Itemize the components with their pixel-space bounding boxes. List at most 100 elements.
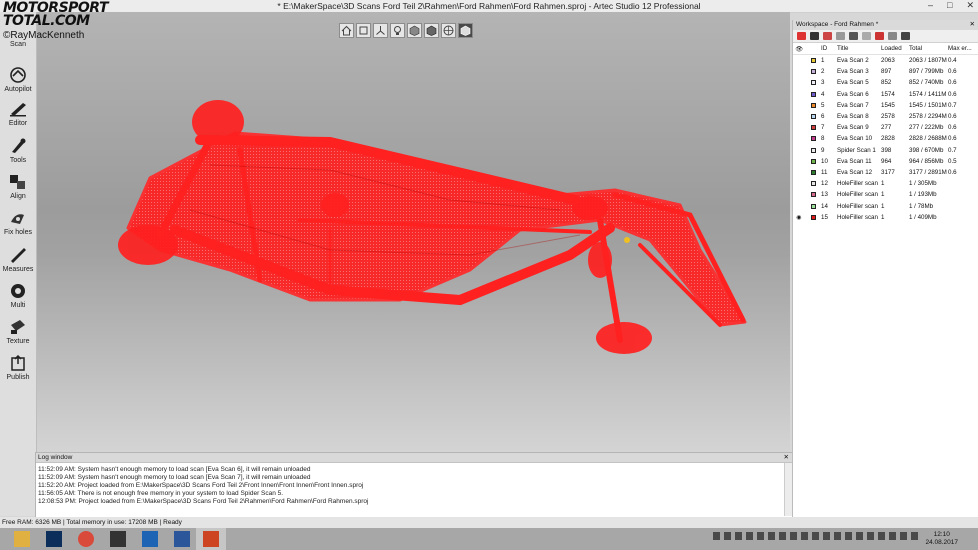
scan-row[interactable]: 7 Eva Scan 9 277 277 / 222Mb 0.6: [793, 122, 978, 133]
tool-editor[interactable]: Editor: [0, 101, 36, 127]
color-square: [810, 125, 816, 131]
tray-icon[interactable]: [889, 532, 896, 540]
scan-color-swatch[interactable]: [805, 136, 821, 142]
scan-color-swatch[interactable]: [805, 125, 821, 131]
tray-icon[interactable]: [757, 532, 764, 540]
workspace-rows: 1 Eva Scan 2 2063 2063 / 1807M 0.4 2 Eva Scan …: [793, 55, 978, 223]
log-title: Log window: [38, 454, 73, 461]
tray-icon[interactable]: [768, 532, 775, 540]
scan-loaded: 1574: [881, 90, 895, 98]
tool-publish[interactable]: Publish: [0, 354, 36, 381]
scan-row[interactable]: 12 HoleFiller scan 1 1 / 305Mb: [793, 178, 978, 189]
maximize-icon[interactable]: □: [947, 0, 952, 11]
minimize-icon[interactable]: –: [928, 0, 933, 11]
folder-icon[interactable]: [810, 32, 819, 40]
tray-icon[interactable]: [856, 532, 863, 540]
scan-color-swatch[interactable]: [805, 203, 821, 209]
tray-icon[interactable]: [779, 532, 786, 540]
tool-fix-holes[interactable]: Fix holes: [0, 210, 36, 236]
scan-total: 398 / 670Mb: [909, 146, 944, 154]
tool-autopilot[interactable]: Autopilot: [0, 67, 36, 93]
scan-color-swatch[interactable]: [805, 214, 821, 220]
tray-icon[interactable]: [801, 532, 808, 540]
tray-icon[interactable]: [867, 532, 874, 540]
tool-measures[interactable]: Measures: [0, 247, 36, 273]
tool-multi[interactable]: Multi: [0, 283, 36, 309]
delete-icon[interactable]: [875, 32, 884, 40]
tray-icon[interactable]: [845, 532, 852, 540]
scan-row[interactable]: 13 HoleFiller scan 1 1 / 193Mb: [793, 189, 978, 200]
scan-row[interactable]: 11 Eva Scan 12 3177 3177 / 2891M 0.6: [793, 167, 978, 178]
scan-id: 11: [821, 168, 828, 176]
scan-id: 2: [821, 68, 825, 76]
workspace-close-icon[interactable]: ✕: [970, 20, 975, 30]
scan-color-swatch[interactable]: [805, 114, 821, 120]
scan-add-icon[interactable]: [797, 32, 806, 40]
scan-color-swatch[interactable]: [805, 158, 821, 164]
scan-loaded: 398: [881, 146, 892, 154]
tray-icon[interactable]: [823, 532, 830, 540]
scan-row[interactable]: 4 Eva Scan 6 1574 1574 / 1411M 0.6: [793, 89, 978, 100]
tray-icon[interactable]: [812, 532, 819, 540]
visibility-toggle[interactable]: ◉: [793, 214, 805, 221]
scan-row[interactable]: 3 Eva Scan 5 852 852 / 740Mb 0.6: [793, 77, 978, 88]
col-loaded[interactable]: Loaded: [881, 45, 909, 52]
clock[interactable]: 12:10 24.08.2017: [925, 531, 958, 547]
tray-icon[interactable]: [713, 532, 720, 540]
tray-icon[interactable]: [790, 532, 797, 540]
scan-color-swatch[interactable]: [805, 192, 821, 198]
scan-color-swatch[interactable]: [805, 69, 821, 75]
file-explorer-icon[interactable]: [14, 531, 30, 547]
scan-row[interactable]: 6 Eva Scan 8 2578 2578 / 2294M 0.6: [793, 111, 978, 122]
tray-icon[interactable]: [900, 532, 907, 540]
close-icon[interactable]: ✕: [966, 0, 974, 11]
photoshop-icon[interactable]: [46, 531, 62, 547]
log-scrollbar[interactable]: [784, 463, 792, 516]
group-icon[interactable]: [888, 32, 897, 40]
scan-color-swatch[interactable]: [805, 91, 821, 97]
tool-align[interactable]: Align: [0, 174, 36, 200]
color-square: [810, 214, 816, 220]
import-icon[interactable]: [823, 32, 832, 40]
col-id[interactable]: ID: [821, 45, 837, 52]
gear-icon[interactable]: [901, 32, 910, 40]
scan-row[interactable]: 9 Spider Scan 1 398 398 / 670Mb 0.7: [793, 145, 978, 156]
word-icon[interactable]: [174, 531, 190, 547]
scan-row[interactable]: 8 Eva Scan 10 2828 2828 / 2688M 0.6: [793, 133, 978, 144]
scan-color-swatch[interactable]: [805, 147, 821, 153]
scan-row[interactable]: 14 HoleFiller scan 1 1 / 78Mb: [793, 200, 978, 211]
col-total[interactable]: Total: [909, 45, 948, 52]
tool-scan[interactable]: Scan: [0, 40, 36, 48]
chrome-icon[interactable]: [78, 531, 94, 547]
active-task[interactable]: [196, 528, 226, 550]
undo-icon[interactable]: [849, 32, 858, 40]
col-max-error[interactable]: Max er...: [948, 45, 978, 52]
tray-icon[interactable]: [724, 532, 731, 540]
tray-icon[interactable]: [911, 532, 918, 540]
scan-row[interactable]: ◉ 15 HoleFiller scan 1 1 / 409Mb: [793, 212, 978, 223]
scan-row[interactable]: 10 Eva Scan 11 964 964 / 856Mb 0.5: [793, 156, 978, 167]
scan-color-swatch[interactable]: [805, 181, 821, 187]
tray-icon[interactable]: [878, 532, 885, 540]
scan-row[interactable]: 5 Eva Scan 7 1545 1545 / 1501M 0.7: [793, 100, 978, 111]
scan-color-swatch[interactable]: [805, 169, 821, 175]
export-icon[interactable]: [836, 32, 845, 40]
tray-icon[interactable]: [735, 532, 742, 540]
multi-icon: [11, 284, 25, 298]
scan-color-swatch[interactable]: [805, 80, 821, 86]
redo-icon[interactable]: [862, 32, 871, 40]
scan-loaded: 277: [881, 124, 892, 132]
scan-color-swatch[interactable]: [805, 102, 821, 108]
scan-row[interactable]: 2 Eva Scan 3 897 897 / 799Mb 0.6: [793, 66, 978, 77]
col-title[interactable]: Title: [837, 45, 881, 52]
scan-row[interactable]: 1 Eva Scan 2 2063 2063 / 1807M 0.4: [793, 55, 978, 66]
scan-color-swatch[interactable]: [805, 58, 821, 64]
tray-icon[interactable]: [746, 532, 753, 540]
tool-tools[interactable]: Tools: [0, 138, 36, 164]
outlook-icon[interactable]: [142, 531, 158, 547]
3d-viewport[interactable]: [37, 12, 790, 452]
log-close-icon[interactable]: ✕: [784, 453, 789, 462]
tray-icon[interactable]: [834, 532, 841, 540]
tool-texture[interactable]: Texture: [0, 319, 36, 345]
media-icon[interactable]: [110, 531, 126, 547]
